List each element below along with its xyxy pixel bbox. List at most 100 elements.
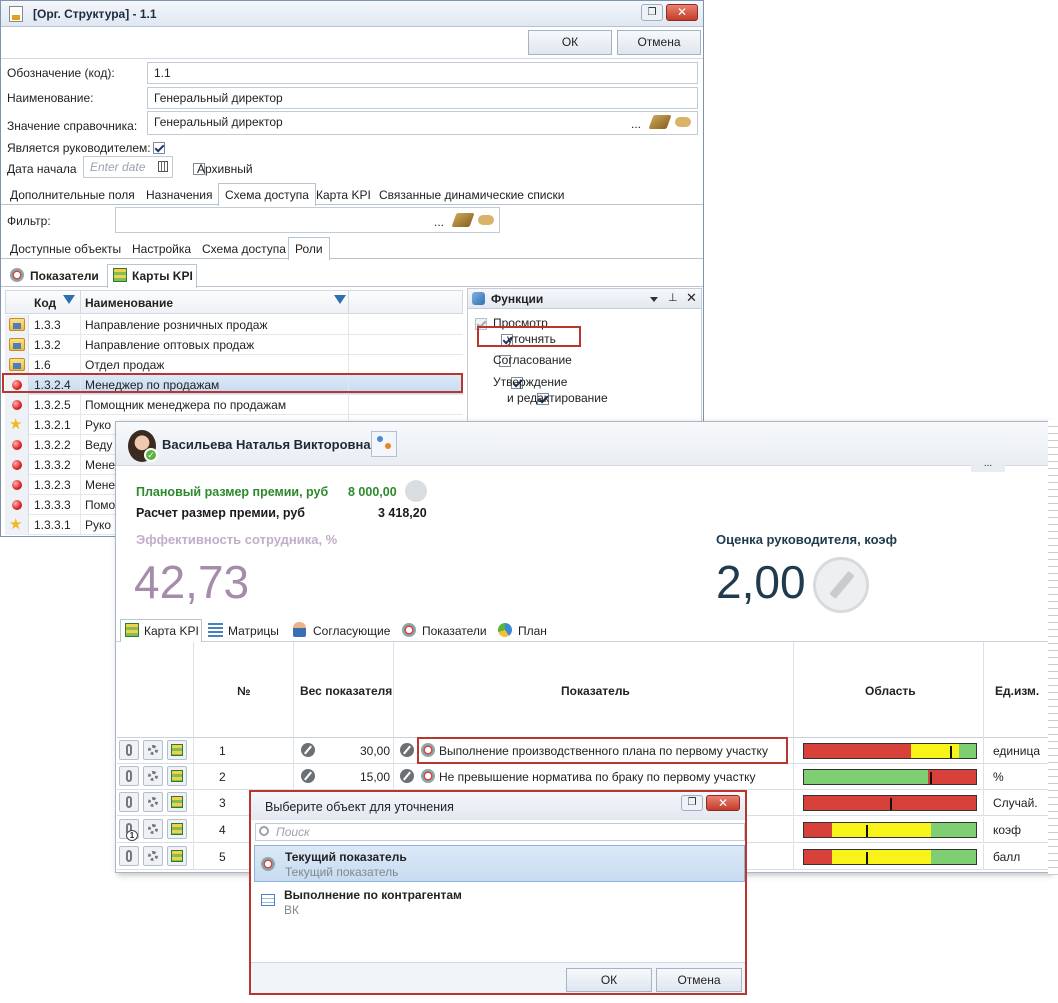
tab-linked-lists[interactable]: Связанные динамические списки: [373, 184, 570, 206]
col-sep: [293, 738, 294, 764]
gear-icon[interactable]: [143, 740, 163, 760]
edit-score-icon[interactable]: [813, 557, 869, 613]
kpi-card-icon[interactable]: [167, 740, 187, 760]
kpi-tab-indicators[interactable]: Показатели: [422, 624, 487, 638]
ellipsis-button[interactable]: ...: [631, 117, 641, 131]
dialog-ok-button[interactable]: ОК: [566, 968, 652, 992]
filter-field[interactable]: ...: [115, 207, 500, 233]
hand-coin-icon[interactable]: [405, 480, 427, 502]
header-unit[interactable]: Ед.изм.: [995, 684, 1039, 698]
tab-additional-fields[interactable]: Дополнительные поля: [4, 184, 141, 206]
view-tab-kpi-maps[interactable]: Карты KPI: [132, 269, 193, 283]
row-name: Мене: [85, 458, 116, 472]
bar-segment: [831, 823, 932, 837]
row-unit: Случай.: [993, 796, 1038, 810]
dialog-item-current[interactable]: Текущий показатель Текущий показатель: [254, 845, 745, 882]
subtab-access-scheme[interactable]: Схема доступа: [196, 238, 292, 260]
kpi-card-icon[interactable]: [167, 792, 187, 812]
grid-header-name[interactable]: Наименование: [85, 296, 173, 310]
subtab-settings[interactable]: Настройка: [126, 238, 197, 260]
dialog-cancel-button[interactable]: Отмена: [656, 968, 742, 992]
area-bar: [803, 769, 977, 785]
gear-icon[interactable]: [143, 819, 163, 839]
hand-icon[interactable]: [675, 117, 691, 127]
attachment-icon[interactable]: [119, 740, 139, 760]
code-field[interactable]: 1.1: [147, 62, 698, 84]
dialog-restore-icon[interactable]: ❐: [681, 795, 703, 811]
search-box[interactable]: Поиск: [255, 823, 745, 841]
col-sep: [793, 844, 794, 870]
bar-segment: [927, 770, 976, 784]
dialog-title-bar: Выберите объект для уточнения ❐ ✕: [251, 792, 745, 820]
row-name: Помо: [85, 498, 116, 512]
more-button[interactable]: ...: [971, 459, 1005, 472]
org-chart-button[interactable]: [371, 431, 397, 457]
dropdown-icon[interactable]: [650, 297, 658, 302]
start-date-field[interactable]: Enter date: [83, 156, 173, 178]
gear-icon[interactable]: [143, 846, 163, 866]
close-icon[interactable]: ✕: [666, 4, 698, 21]
kpi-card-icon[interactable]: [167, 766, 187, 786]
kpi-tab-map[interactable]: Карта KPI: [144, 624, 199, 638]
row-icon-cell: [5, 395, 29, 415]
gear-icon[interactable]: [143, 792, 163, 812]
row-icon-cell: [5, 435, 29, 455]
table-row[interactable]: 1.3.2.5 Помощник менеджера по продажам: [5, 395, 463, 415]
filter-broom-icon[interactable]: [451, 213, 475, 227]
tab-access-scheme[interactable]: Схема доступа: [218, 183, 316, 206]
kpi-card-icon[interactable]: [167, 819, 187, 839]
bar-segment: [804, 850, 832, 864]
ok-button[interactable]: ОК: [528, 30, 612, 55]
ref-field[interactable]: Генеральный директор ...: [147, 111, 698, 135]
person-name: Васильева Наталья Викторовна: [162, 437, 371, 452]
table-row[interactable]: 1.3.3 Направление розничных продаж: [5, 315, 463, 335]
row-icon-cell: [5, 335, 29, 355]
dialog-close-icon[interactable]: ✕: [706, 795, 740, 811]
calendar-icon[interactable]: [158, 161, 168, 172]
edit-indicator-icon[interactable]: [400, 743, 414, 757]
dialog-item-counterparties[interactable]: Выполнение по контрагентам ВК: [254, 884, 745, 921]
filter-hand-icon[interactable]: [478, 215, 494, 225]
kpi-tab-plan[interactable]: План: [518, 624, 547, 638]
pin-icon[interactable]: ⊥: [668, 291, 678, 304]
restore-icon[interactable]: ❐: [641, 4, 663, 21]
kpi-card-icon[interactable]: [167, 846, 187, 866]
subtab-available-objects[interactable]: Доступные объекты: [4, 238, 127, 260]
header-num[interactable]: №: [237, 684, 250, 698]
broom-icon[interactable]: [648, 115, 672, 129]
header-indicator[interactable]: Показатель: [561, 684, 630, 698]
edit-weight-icon[interactable]: [301, 743, 315, 757]
table-row[interactable]: 1.3.2 Направление оптовых продаж: [5, 335, 463, 355]
kpi-tab-approvers[interactable]: Согласующие: [313, 624, 390, 638]
indicators-icon: [10, 268, 24, 282]
row-name: Руко: [85, 518, 112, 532]
filter-icon[interactable]: [63, 295, 75, 304]
view-tab-indicators[interactable]: Показатели: [30, 269, 99, 283]
cancel-button[interactable]: Отмена: [617, 30, 701, 55]
edit-indicator-icon[interactable]: [400, 769, 414, 783]
panel-close-icon[interactable]: ✕: [686, 290, 697, 306]
subtab-roles[interactable]: Роли: [288, 237, 330, 260]
header-weight[interactable]: Вес показателя: [300, 684, 392, 698]
grid-header-code[interactable]: Код: [34, 296, 56, 310]
attachment-icon[interactable]: [119, 846, 139, 866]
gear-icon[interactable]: [143, 766, 163, 786]
edit-weight-icon[interactable]: [301, 769, 315, 783]
row-weight: 15,00: [360, 770, 391, 784]
name-field[interactable]: Генеральный директор: [147, 87, 698, 109]
kpi-tab-matrices[interactable]: Матрицы: [228, 624, 279, 638]
toolbar-divider: [1, 58, 703, 59]
attachment-icon[interactable]: [119, 766, 139, 786]
attachment-icon[interactable]: [119, 792, 139, 812]
header-area[interactable]: Область: [865, 684, 916, 698]
tab-kpi-map[interactable]: Карта KPI: [310, 184, 377, 206]
kpi-row[interactable]: 2 15,00 Не превышение норматива по браку п…: [117, 764, 1052, 790]
manager-score-label: Оценка руководителя, коэф: [716, 532, 897, 547]
name-filter-icon[interactable]: [334, 295, 346, 304]
table-row[interactable]: 1.6 Отдел продаж: [5, 355, 463, 375]
is-head-checkbox[interactable]: [153, 141, 165, 154]
tab-assignments[interactable]: Назначения: [140, 184, 219, 206]
row-indicator[interactable]: Не превышение норматива по браку по перв…: [439, 770, 755, 784]
folder-icon: [9, 358, 25, 371]
filter-ellipsis-button[interactable]: ...: [434, 215, 444, 229]
